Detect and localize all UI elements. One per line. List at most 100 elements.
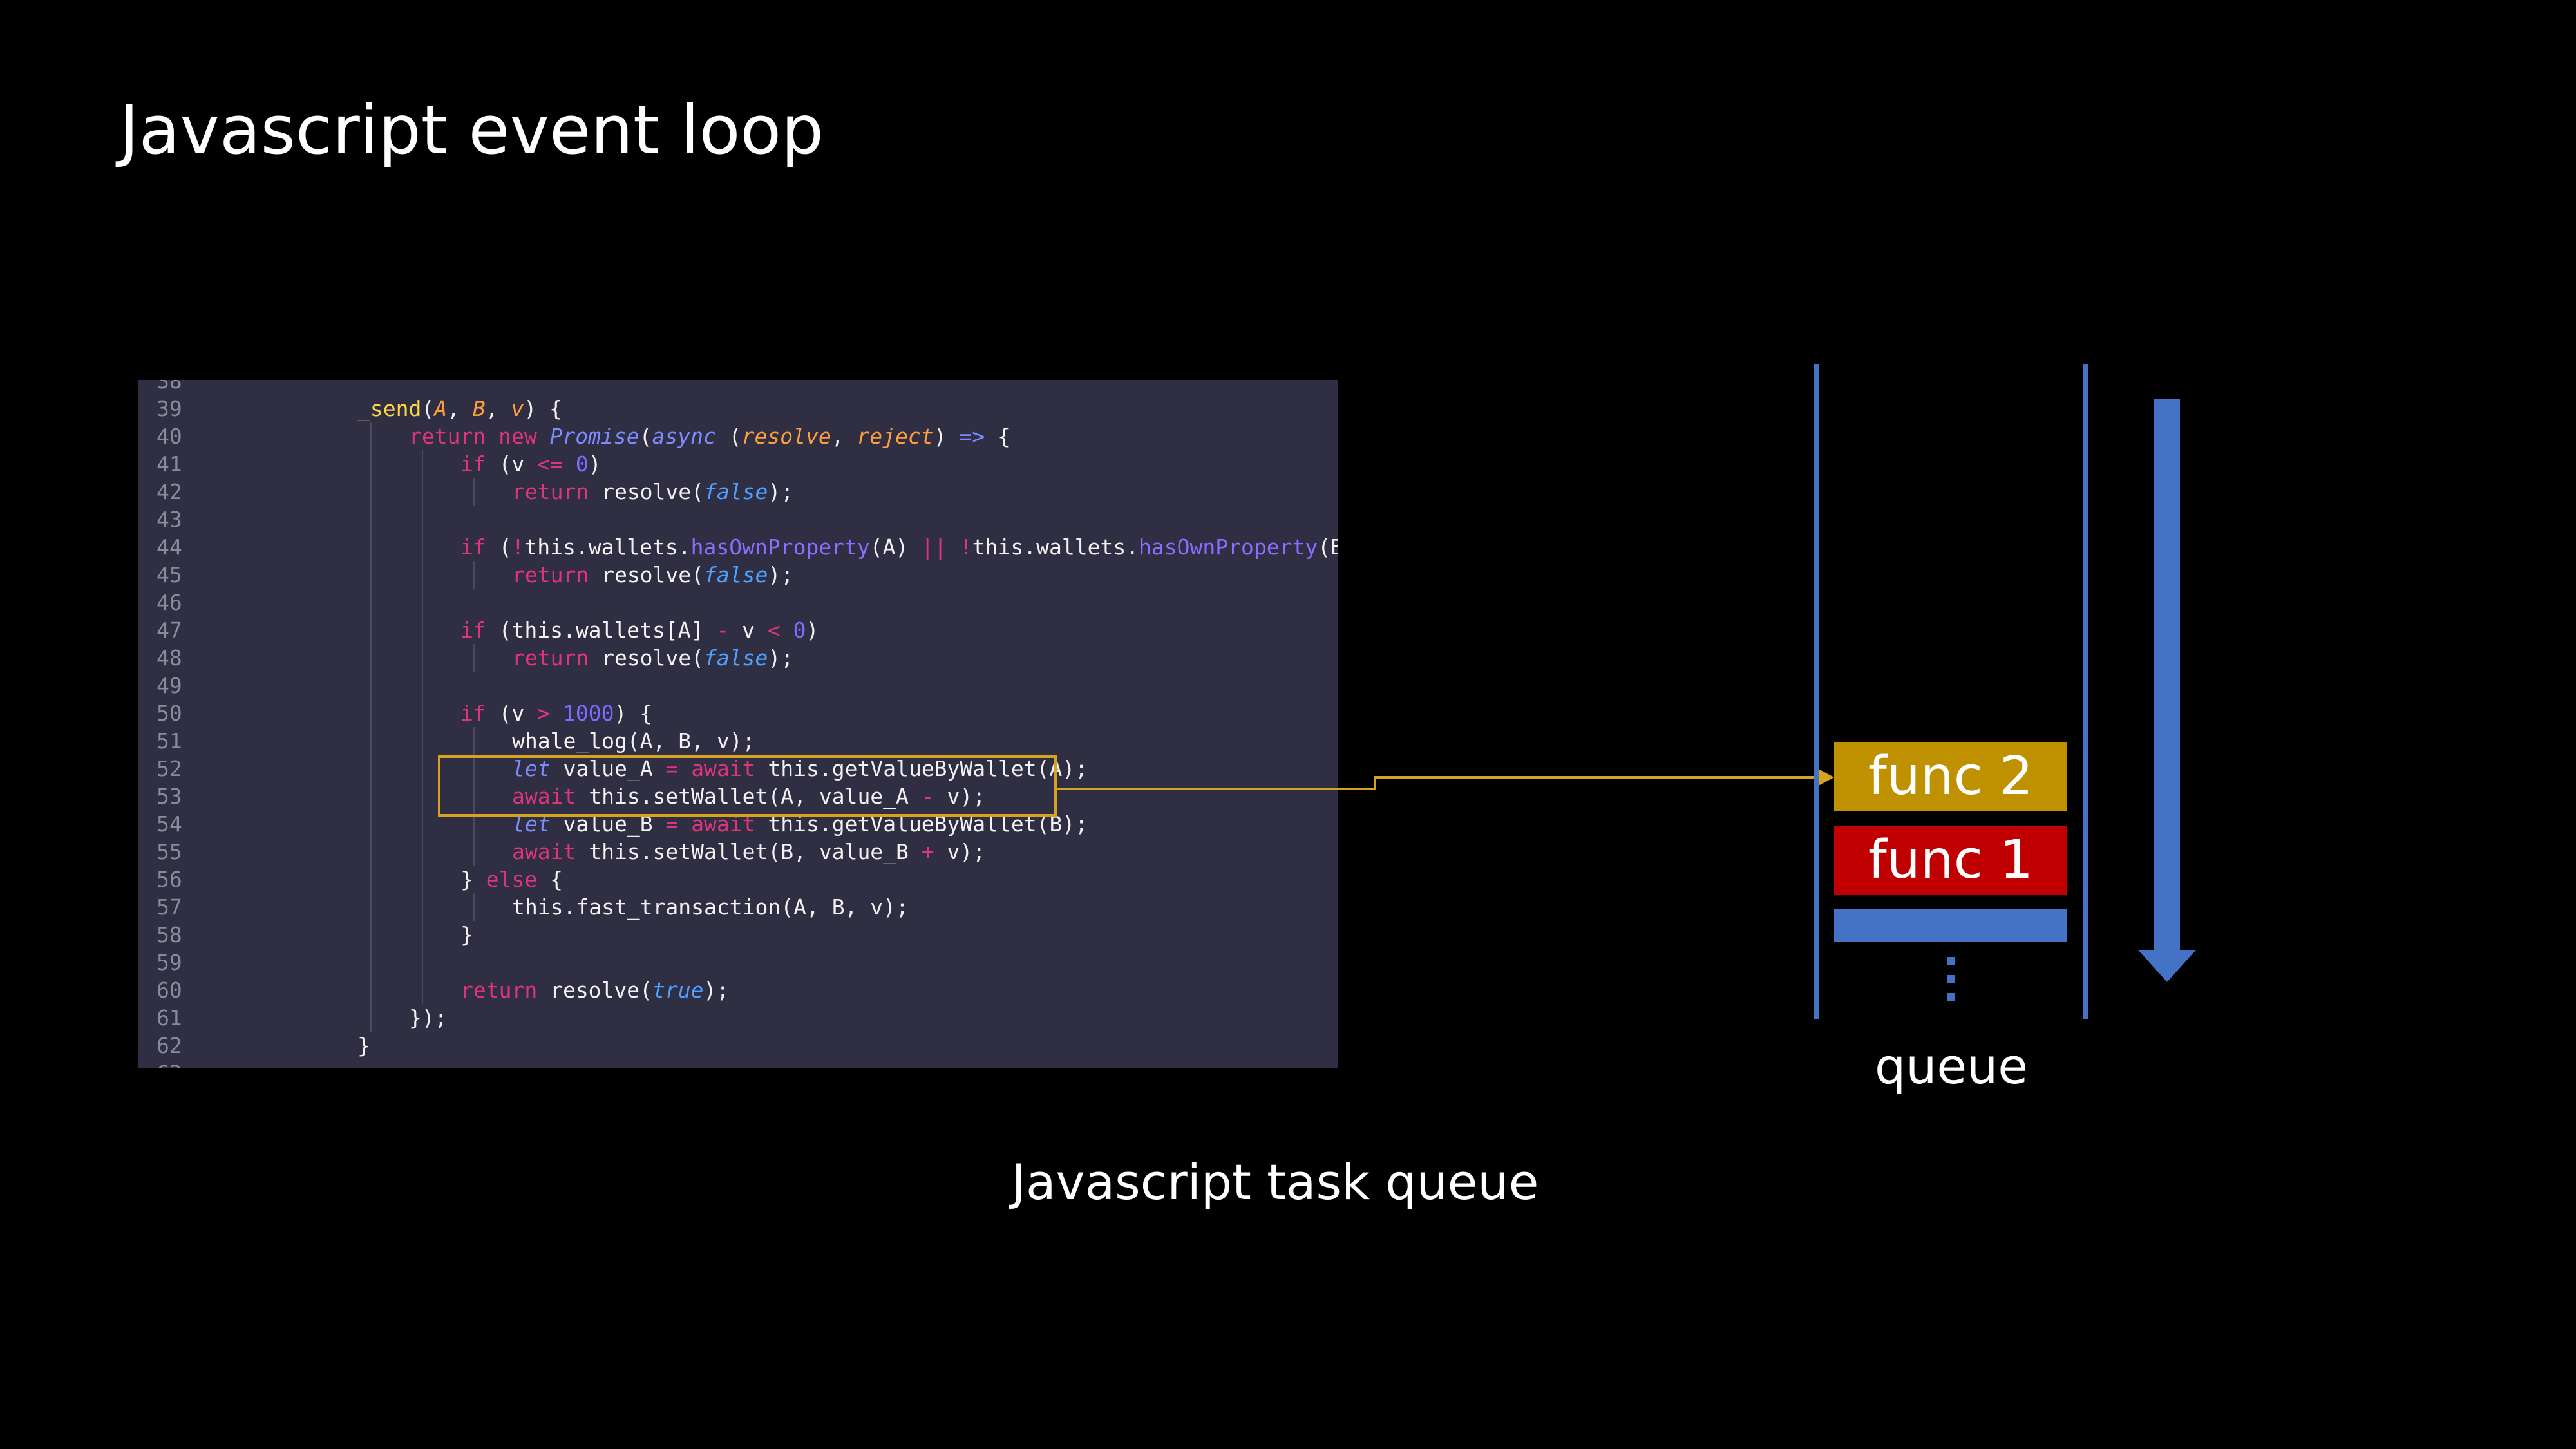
queue-item: func 2	[1834, 742, 2067, 811]
line-number: 39	[156, 396, 182, 421]
code-line: 49	[138, 672, 1338, 699]
indent-guide	[370, 561, 372, 589]
code-token: );	[768, 645, 794, 670]
code-token: )	[588, 451, 601, 477]
indent-guide	[473, 561, 475, 589]
code-token: ,	[447, 396, 473, 421]
line-number: 60	[156, 978, 182, 1003]
code-line: 40 return new Promise(async (resolve, rej…	[138, 422, 1338, 450]
line-number: 54	[156, 811, 182, 837]
indent-guide	[422, 921, 423, 949]
indent-guide	[370, 976, 372, 1004]
code-line: 45 return resolve(false);	[138, 561, 1338, 589]
code-token: 0	[575, 451, 589, 477]
indent-guide	[370, 727, 372, 755]
code-token: if	[460, 535, 499, 560]
line-code: _send(A, B, v) {	[357, 395, 562, 422]
code-token: v	[511, 396, 524, 421]
indent-guide	[422, 866, 423, 893]
code-token: ) {	[614, 701, 653, 726]
code-token: whale_log(A, B, v);	[512, 728, 755, 753]
line-code: });	[409, 1004, 448, 1032]
line-number: 45	[156, 562, 182, 587]
indent-guide	[370, 866, 372, 893]
line-number: 48	[156, 645, 182, 670]
code-token: await	[512, 839, 589, 864]
indent-guide	[473, 478, 475, 506]
queue-label: queue	[1874, 1037, 2029, 1095]
line-number: 47	[156, 618, 182, 643]
code-token: new	[498, 424, 550, 449]
code-token: if	[460, 618, 499, 643]
indent-guide	[370, 450, 372, 478]
code-token: >	[537, 701, 551, 726]
code-line: 51 whale_log(A, B, v);	[138, 727, 1338, 755]
indent-guide	[422, 949, 423, 976]
queue-ellipsis-dot	[1947, 993, 1955, 1001]
queue-ellipsis-dot	[1947, 975, 1955, 983]
code-token: {	[985, 424, 1010, 449]
line-number: 61	[156, 1005, 182, 1030]
code-token: else	[486, 867, 538, 892]
indent-guide	[422, 755, 423, 782]
code-token: return	[512, 645, 602, 670]
indent-guide	[422, 506, 423, 533]
diagram-caption: Javascript task queue	[1011, 1153, 1539, 1211]
code-token: this.setWallet(B, value_B	[589, 839, 922, 864]
code-token: reject	[857, 424, 934, 449]
indent-guide	[422, 782, 423, 810]
code-token: {	[537, 867, 563, 892]
indent-guide	[473, 644, 475, 672]
line-code: return resolve(false);	[512, 644, 793, 672]
code-token: }	[460, 922, 473, 947]
code-token: ||	[921, 535, 947, 560]
line-code: }	[460, 921, 473, 949]
indent-guide	[370, 755, 372, 782]
line-number: 57	[156, 895, 182, 920]
code-token: }	[357, 1033, 370, 1058]
line-number: 52	[156, 756, 182, 781]
code-token: !	[511, 535, 525, 560]
code-token: 0	[793, 618, 806, 643]
line-code: return new Promise(async (resolve, rejec…	[409, 422, 1010, 450]
line-number: 49	[156, 673, 182, 698]
code-token: resolve(	[601, 645, 705, 670]
code-line: 60 return resolve(true);	[138, 976, 1338, 1004]
code-token: this.wallets.	[524, 535, 691, 560]
code-line: 57 this.fast_transaction(A, B, v);	[138, 893, 1338, 921]
code-token: (this.wallets[A]	[498, 618, 717, 643]
code-token: resolve(	[601, 562, 705, 587]
code-token: (	[728, 424, 742, 449]
code-token: return	[512, 479, 602, 504]
code-token: async	[652, 424, 729, 449]
code-token: =>	[959, 424, 985, 449]
indent-guide	[422, 727, 423, 755]
indent-guide	[422, 810, 423, 838]
line-number: 44	[156, 535, 182, 560]
indent-guide	[370, 949, 372, 976]
code-token: hasOwnProperty	[1139, 535, 1318, 560]
code-token: 1000	[562, 701, 614, 726]
indent-guide	[422, 893, 423, 921]
code-line: 47 if (this.wallets[A] - v < 0)	[138, 616, 1338, 644]
code-token: (B))	[1318, 535, 1338, 560]
line-code: whale_log(A, B, v);	[512, 727, 755, 755]
code-token: )	[806, 618, 819, 643]
indent-guide	[422, 478, 423, 506]
indent-guide	[370, 644, 372, 672]
queue-direction-arrow-icon	[2138, 399, 2196, 982]
indent-guide	[370, 478, 372, 506]
code-token: if	[460, 701, 499, 726]
code-token: resolve(	[601, 479, 705, 504]
indent-guide	[370, 589, 372, 616]
indent-guide	[422, 450, 423, 478]
code-token: this.wallets.	[972, 535, 1139, 560]
code-token: }	[460, 867, 486, 892]
code-token: -	[716, 618, 730, 643]
code-line: 46	[138, 589, 1338, 616]
indent-guide	[422, 561, 423, 589]
code-line: 61});	[138, 1004, 1338, 1032]
code-line: 42 return resolve(false);	[138, 478, 1338, 506]
code-line: 58}	[138, 921, 1338, 949]
